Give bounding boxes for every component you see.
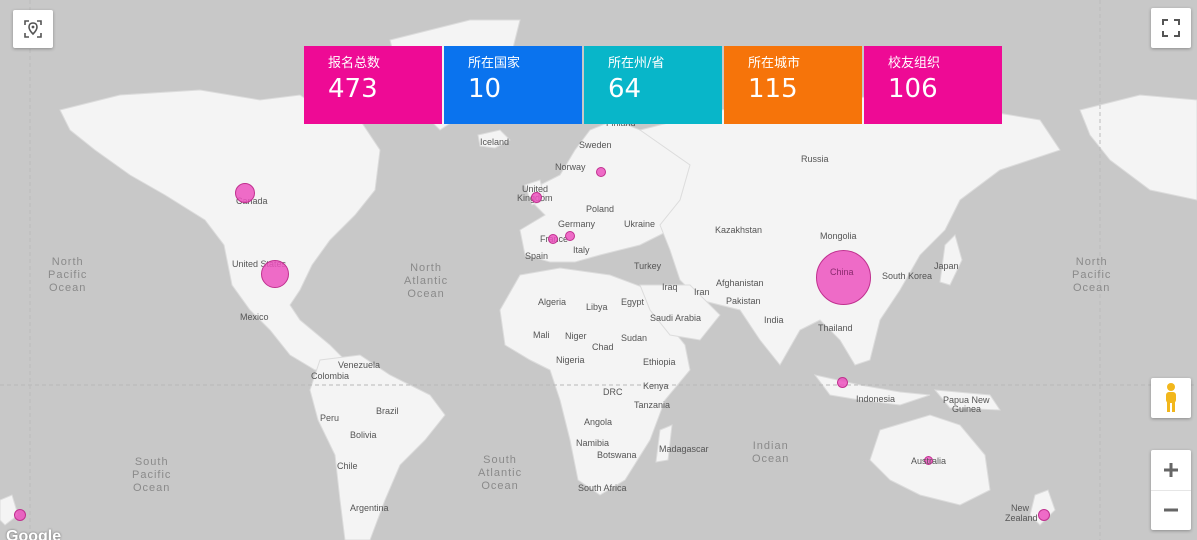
marker-united-states[interactable] xyxy=(261,260,289,288)
country-label-mongolia: Mongolia xyxy=(820,231,857,241)
zoom-in-button[interactable] xyxy=(1151,450,1191,491)
stat-card-countries: 所在国家 10 xyxy=(444,46,582,124)
stat-value: 473 xyxy=(328,74,378,104)
country-label-russia: Russia xyxy=(801,154,829,164)
marker-new-zealand[interactable] xyxy=(1038,509,1050,521)
fullscreen-icon xyxy=(1162,19,1180,37)
country-label-germany: Germany xyxy=(558,219,596,229)
country-label-argentina: Argentina xyxy=(350,503,389,513)
ocean-label-south-pacific: South Pacific Ocean xyxy=(132,456,172,494)
ocean-label-north-pacific-right: North Pacific Ocean xyxy=(1072,256,1112,294)
plus-icon xyxy=(1164,462,1178,477)
marker-germany[interactable] xyxy=(565,231,575,241)
country-label-south-africa: South Africa xyxy=(578,483,627,493)
marker-singapore[interactable] xyxy=(837,377,848,388)
country-label-nz-2: Zealand xyxy=(1005,513,1038,523)
country-label-kenya: Kenya xyxy=(643,381,669,391)
country-label-china: China xyxy=(830,267,854,277)
country-label-mali: Mali xyxy=(533,330,550,340)
ocean-label-north-pacific-left: North Pacific Ocean xyxy=(48,256,88,294)
zoom-control xyxy=(1151,450,1191,530)
country-label-drc: DRC xyxy=(603,387,623,397)
street-view-pegman-button[interactable] xyxy=(1151,378,1191,418)
stat-label: 所在国家 xyxy=(468,56,521,71)
country-label-nz-1: New xyxy=(1011,503,1030,513)
country-label-afghanistan: Afghanistan xyxy=(716,278,764,288)
stat-value: 106 xyxy=(888,74,938,104)
stat-card-total: 报名总数 473 xyxy=(304,46,442,124)
country-label-poland: Poland xyxy=(586,204,615,214)
country-label-kazakhstan: Kazakhstan xyxy=(715,225,763,235)
country-label-ukraine: Ukraine xyxy=(624,219,656,229)
country-label-namibia: Namibia xyxy=(576,438,610,448)
ocean-label-indian: Indian Ocean xyxy=(752,440,790,465)
country-label-norway: Norway xyxy=(555,162,586,172)
stat-label: 报名总数 xyxy=(328,56,381,71)
stat-label: 校友组织 xyxy=(888,56,941,71)
country-label-south-korea: South Korea xyxy=(882,271,933,281)
country-label-niger: Niger xyxy=(565,331,587,341)
country-label-madagascar: Madagascar xyxy=(659,444,709,454)
country-label-egypt: Egypt xyxy=(621,297,645,307)
country-label-pakistan: Pakistan xyxy=(726,296,761,306)
country-label-turkey: Turkey xyxy=(634,261,662,271)
country-label-sweden: Sweden xyxy=(579,140,612,150)
stat-card-states: 所在州/省 64 xyxy=(584,46,722,124)
minus-icon xyxy=(1164,508,1178,512)
country-label-botswana: Botswana xyxy=(597,450,637,460)
country-label-tanzania: Tanzania xyxy=(634,400,671,410)
pegman-icon xyxy=(1166,383,1176,412)
fullscreen-button[interactable] xyxy=(1151,8,1191,48)
stat-label: 所在州/省 xyxy=(608,56,665,71)
country-label-italy: Italy xyxy=(573,245,590,255)
country-label-nigeria: Nigeria xyxy=(556,355,585,365)
google-logo: Google xyxy=(6,528,62,540)
locate-button[interactable] xyxy=(13,10,53,48)
country-label-iran: Iran xyxy=(694,287,710,297)
country-label-sudan: Sudan xyxy=(621,333,648,343)
country-label-chad: Chad xyxy=(592,342,614,352)
marker-new-zealand-wrap[interactable] xyxy=(14,509,26,521)
zoom-out-button[interactable] xyxy=(1151,491,1191,531)
country-label-angola: Angola xyxy=(584,417,613,427)
country-label-india: India xyxy=(764,315,784,325)
stats-bar: 报名总数 473 所在国家 10 所在州/省 64 所在城市 115 校友组织 … xyxy=(304,46,1002,124)
ocean-label-north-atlantic: North Atlantic Ocean xyxy=(404,262,449,300)
country-label-saudi: Saudi Arabia xyxy=(650,313,702,323)
country-label-mexico: Mexico xyxy=(240,312,269,322)
stat-value: 115 xyxy=(748,74,798,104)
country-label-libya: Libya xyxy=(586,302,608,312)
location-pin-icon xyxy=(24,20,42,38)
country-label-iraq: Iraq xyxy=(662,282,678,292)
country-label-ethiopia: Ethiopia xyxy=(643,357,676,367)
country-label-iceland: Iceland xyxy=(480,137,510,147)
country-label-australia: Australia xyxy=(911,456,947,466)
stat-card-alumni-orgs: 校友组织 106 xyxy=(864,46,1002,124)
country-label-png-2: Guinea xyxy=(952,404,982,414)
country-label-venezuela: Venezuela xyxy=(338,360,381,370)
marker-france[interactable] xyxy=(548,234,558,244)
stat-card-cities: 所在城市 115 xyxy=(724,46,862,124)
marker-china[interactable] xyxy=(816,250,871,305)
stat-value: 10 xyxy=(468,74,502,104)
country-label-algeria: Algeria xyxy=(538,297,567,307)
country-label-peru: Peru xyxy=(320,413,340,423)
country-label-bolivia: Bolivia xyxy=(350,430,377,440)
marker-canada[interactable] xyxy=(235,183,255,203)
country-label-brazil: Brazil xyxy=(376,406,399,416)
country-label-thailand: Thailand xyxy=(818,323,853,333)
marker-united-kingdom[interactable] xyxy=(531,192,542,203)
world-map[interactable]: North Pacific Ocean North Pacific Ocean … xyxy=(0,0,1197,540)
country-label-indonesia: Indonesia xyxy=(856,394,896,404)
country-label-chile: Chile xyxy=(337,461,358,471)
marker-sweden[interactable] xyxy=(596,167,606,177)
stat-label: 所在城市 xyxy=(748,56,801,71)
ocean-label-south-atlantic: South Atlantic Ocean xyxy=(478,454,523,492)
country-label-japan: Japan xyxy=(934,261,959,271)
country-label-spain: Spain xyxy=(525,251,549,261)
stat-value: 64 xyxy=(608,74,642,104)
country-label-colombia: Colombia xyxy=(311,371,350,381)
